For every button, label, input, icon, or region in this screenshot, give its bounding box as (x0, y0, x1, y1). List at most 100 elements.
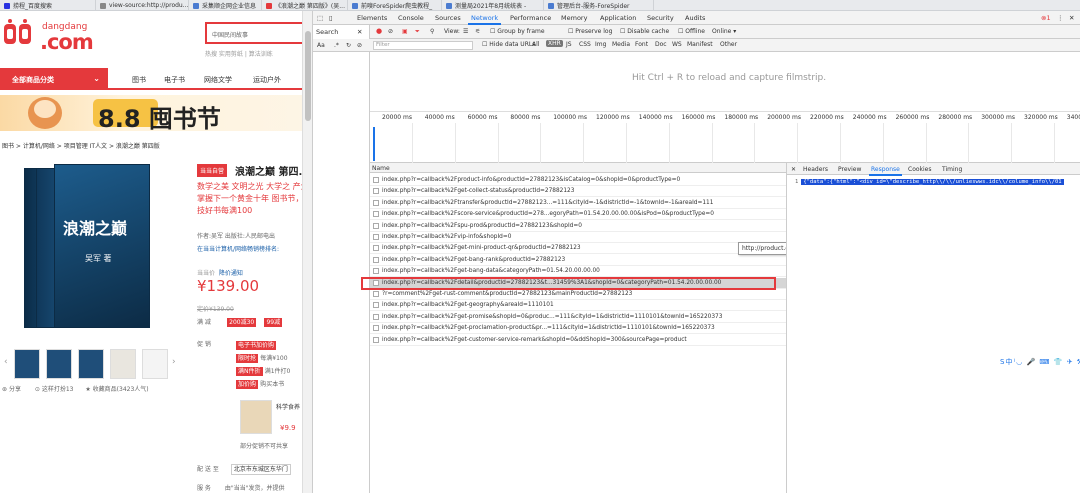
request-row[interactable]: index.php?r=callback%2Fget-bang-data&cat… (370, 266, 786, 278)
name-column-header[interactable]: Name (370, 163, 786, 173)
type-filter-other[interactable]: Other (720, 41, 737, 48)
all-categories-button[interactable]: 全部商品分类 ⌄ (0, 68, 108, 90)
large-rows-icon[interactable]: ☰ (463, 28, 468, 35)
tab-cookies[interactable]: Cookies (908, 166, 932, 173)
group-by-frame-checkbox[interactable]: ☐ Group by frame (490, 28, 545, 35)
share-icon[interactable]: ⊛ (2, 386, 9, 393)
tab-preview[interactable]: Preview (838, 166, 861, 173)
type-filter-img[interactable]: Img (595, 41, 606, 48)
star-icon[interactable]: ★ (85, 386, 92, 393)
camera-icon[interactable]: ▣ (402, 28, 408, 35)
share-link[interactable]: 分享 (9, 386, 21, 393)
ship-to-select[interactable]: 北京市东城区东华门 (230, 464, 291, 475)
request-row[interactable]: index.php?r=callback%2Fspu-prod&productI… (370, 221, 786, 232)
chevron-right-icon[interactable]: › (172, 357, 176, 367)
request-row[interactable]: index.php?r=callback%2Fget-collect-statu… (370, 186, 786, 198)
thumbnail[interactable] (142, 349, 168, 379)
refresh-icon[interactable]: ↻ (346, 42, 351, 49)
rank-line[interactable]: 在当当计算机/网络畅销榜排名: (197, 244, 279, 253)
clear-log-icon[interactable]: ⊘ (388, 28, 393, 35)
type-filter-manifest[interactable]: Manifest (687, 41, 713, 48)
tab-audits[interactable]: Audits (685, 14, 705, 22)
preserve-log-checkbox[interactable]: ☐ Preserve log (568, 28, 612, 35)
request-row[interactable]: index.php?r=callback%2Fget-mini-product-… (370, 243, 786, 255)
tab-memory[interactable]: Memory (561, 14, 587, 22)
hide-data-urls-checkbox[interactable]: ☐ Hide data URLs (482, 41, 535, 48)
discount-tag[interactable]: 99减 (264, 318, 283, 327)
discount-tag[interactable]: 200减30 (227, 318, 257, 327)
nav-item-web-literature[interactable]: 网络文学 (204, 75, 232, 85)
request-row[interactable]: ?r=comment%2Fget-rust-comment&productId=… (370, 289, 786, 300)
close-search-icon[interactable]: ✕ (357, 28, 362, 36)
filter-icon[interactable]: ⏷ (415, 28, 420, 36)
request-row[interactable]: index.php?r=callback%2Fget-promise&shopI… (370, 312, 786, 323)
thumbnail[interactable] (14, 349, 40, 379)
type-filter-doc[interactable]: Doc (655, 41, 667, 48)
tab-headers[interactable]: Headers (803, 166, 828, 173)
scrollbar-thumb[interactable] (305, 31, 311, 121)
device-toggle-icon[interactable]: ▯ (329, 14, 333, 22)
browser-tab[interactable]: 采集顺企网企业信息 (189, 0, 262, 11)
close-detail-icon[interactable]: ✕ (791, 166, 796, 173)
type-filter-css[interactable]: CSS (579, 41, 591, 48)
record-icon[interactable]: ● (376, 27, 382, 35)
nav-item-ebooks[interactable]: 电子书 (164, 75, 185, 85)
request-row[interactable]: index.php?r=callback%2Fget-proclamation-… (370, 323, 786, 335)
match-case-icon[interactable]: Aa (317, 42, 325, 49)
request-row[interactable]: index.php?r=callback%2Ftransfer&productI… (370, 198, 786, 209)
error-count-badge[interactable]: ⊗1 (1041, 14, 1051, 22)
offline-checkbox[interactable]: ☐ Offline (678, 28, 705, 35)
regex-icon[interactable]: .* (334, 42, 339, 49)
tab-elements[interactable]: Elements (357, 14, 387, 22)
author-line[interactable]: 作者:吴军 出版社:人民邮电出 (197, 231, 275, 240)
tab-response[interactable]: Response (869, 166, 902, 176)
request-row[interactable]: index.php?r=callback%2Fscore-service&pro… (370, 209, 786, 221)
filter-input[interactable]: Filter (373, 41, 473, 50)
promo-item[interactable]: 满N件折 满1件打0 (236, 365, 311, 378)
thumbnail[interactable] (46, 349, 72, 379)
clear-icon[interactable]: ⊘ (357, 42, 362, 49)
browser-tab[interactable]: 捞程_百度搜索 (0, 0, 96, 11)
browser-tab[interactable]: 前嗅ForeSpider爬虫教程_ (348, 0, 442, 11)
disable-cache-checkbox[interactable]: ☐ Disable cache (620, 28, 669, 35)
search-icon[interactable]: ⚲ (430, 28, 434, 35)
type-filter-ws[interactable]: WS (672, 41, 682, 48)
request-row[interactable]: index.php?r=callback%2Fget-bang-rank&pro… (370, 255, 786, 266)
timeline-overview[interactable] (370, 123, 1080, 163)
thumbnail[interactable] (110, 349, 136, 379)
promo-banner[interactable]: 8.8 囤书节 (0, 95, 312, 133)
promo-item[interactable]: 电子书加价购 (236, 339, 311, 352)
response-body[interactable]: 1 {"data":{"html":"<div id=\"describe_htt… (795, 179, 1064, 185)
ime-toolbar[interactable]: S中⁾◡ 🎤 ⌨ 👕 ✈ ⚒ (1000, 357, 1080, 367)
mini-book-image[interactable] (240, 400, 272, 434)
nav-item-books[interactable]: 图书 (132, 75, 146, 85)
compare-icon[interactable]: ⊙ (35, 386, 42, 393)
tab-performance[interactable]: Performance (510, 14, 551, 22)
nav-item-sports[interactable]: 运动户外 (253, 75, 281, 85)
tab-console[interactable]: Console (398, 14, 424, 22)
search-input[interactable]: 中国民间故事 (205, 22, 310, 44)
browser-tab[interactable]: 管理后台-服务-ForeSpider (544, 0, 654, 11)
request-row[interactable]: index.php?r=callback%2Fget-customer-serv… (370, 335, 786, 346)
type-filter-xhr[interactable]: XHR (546, 40, 563, 47)
compare-link[interactable]: 这样打扮13 (42, 386, 74, 393)
dangdang-logo-icon[interactable] (3, 18, 33, 46)
promo-item[interactable]: 加价购 购买本书 (236, 378, 311, 391)
mini-book-title[interactable]: 科学食养 (276, 402, 300, 411)
tab-timing[interactable]: Timing (942, 166, 962, 173)
tab-sources[interactable]: Sources (435, 14, 461, 22)
throttling-select[interactable]: Online ▾ (712, 28, 736, 35)
chevron-left-icon[interactable]: ‹ (4, 357, 8, 367)
page-scrollbar[interactable] (302, 11, 312, 493)
promo-item[interactable]: 限时抢 每满¥100 (236, 352, 311, 365)
tab-network[interactable]: Network (467, 14, 502, 25)
hot-words[interactable]: 热搜 实用剪纸 | 算法训练 (205, 49, 273, 58)
thumbnail[interactable] (78, 349, 104, 379)
request-row[interactable]: index.php?r=callback%2Fget-geography&are… (370, 300, 786, 312)
price-notice-link[interactable]: 降价通知 (219, 270, 243, 277)
tab-application[interactable]: Application (600, 14, 636, 22)
more-options-icon[interactable]: ⋮ (1057, 14, 1064, 22)
inspect-icon[interactable]: ⬚ (317, 14, 323, 22)
request-row[interactable]: index.php?r=callback%2Fvip-info&shopId=0 (370, 232, 786, 243)
bookmark-link[interactable]: 收藏商品(3423人气) (93, 386, 149, 393)
